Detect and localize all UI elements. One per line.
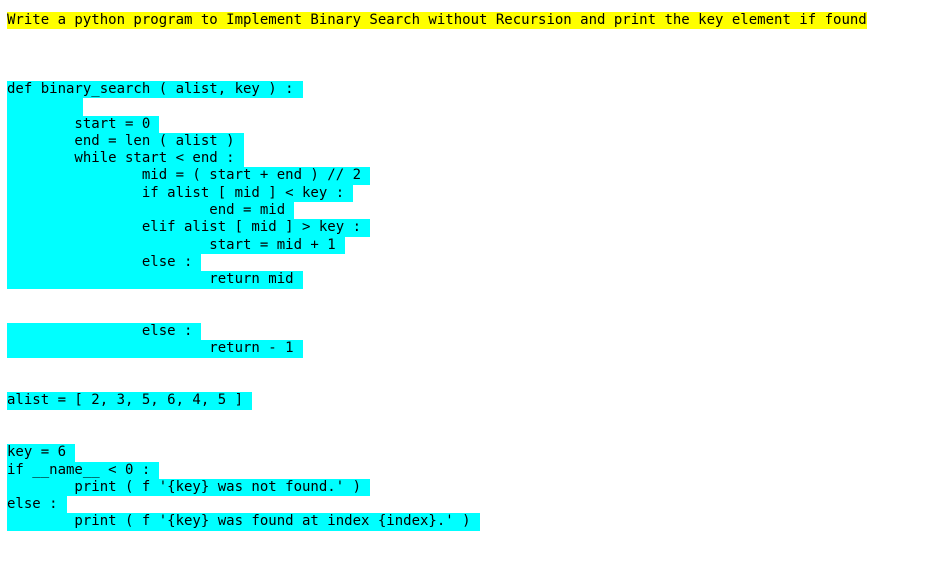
- code-line-text: alist = [ 2, 3, 5, 6, 4, 5 ]: [7, 392, 253, 410]
- code-line: while start < end :: [7, 150, 867, 168]
- code-line-text: [7, 98, 84, 116]
- code-line-text: if alist [ mid ] < key :: [7, 184, 354, 203]
- code-line: return - 1: [7, 340, 867, 358]
- code-line: return mid: [7, 271, 867, 289]
- code-line-text: while start < end :: [7, 150, 244, 168]
- code-line: def binary_search ( alist, key ) :: [7, 81, 867, 99]
- code-line-text: def binary_search ( alist, key ) :: [7, 81, 303, 99]
- code-line: end = mid: [7, 202, 867, 220]
- code-line-text: return - 1: [7, 340, 303, 358]
- code-line: elif alist [ mid ] > key :: [7, 219, 867, 237]
- code-line-text: print ( f '{key} was not found.' ): [7, 478, 371, 497]
- code-line-text: mid = ( start + end ) // 2: [7, 167, 371, 185]
- code-line: else :: [7, 496, 867, 514]
- code-line-text: end = mid: [7, 202, 295, 220]
- code-line: else :: [7, 253, 867, 272]
- code-line: print ( f '{key} was found at index {ind…: [7, 513, 867, 531]
- code-line-text: start = mid + 1: [7, 236, 345, 254]
- code-line-text: return mid: [7, 271, 303, 289]
- code-line-text: else :: [7, 323, 202, 341]
- code-line-text: elif alist [ mid ] > key :: [7, 219, 371, 237]
- code-line: start = 0: [7, 115, 867, 133]
- code-line-text: print ( f '{key} was found at index {ind…: [7, 513, 480, 531]
- code-line-text: else :: [7, 253, 202, 272]
- document: Write a python program to Implement Bina…: [7, 12, 867, 531]
- code-line-text: key = 6: [7, 444, 76, 462]
- code-line-text: end = len ( alist ): [7, 132, 244, 151]
- code-line: start = mid + 1: [7, 236, 867, 254]
- code-line: print ( f '{key} was not found.' ): [7, 478, 867, 497]
- code-line: end = len ( alist ): [7, 132, 867, 151]
- code-line: if __name__ < 0 :: [7, 461, 867, 479]
- code-line: [7, 98, 867, 116]
- code-line-text: if __name__ < 0 :: [7, 461, 160, 479]
- code-line: mid = ( start + end ) // 2: [7, 167, 867, 185]
- code-line: key = 6: [7, 444, 867, 462]
- code-block: def binary_search ( alist, key ) : start…: [7, 81, 867, 531]
- code-line: else :: [7, 323, 867, 341]
- code-line-text: else :: [7, 496, 67, 514]
- page-title: Write a python program to Implement Bina…: [7, 12, 867, 29]
- code-line-text: start = 0: [7, 115, 160, 133]
- code-line: alist = [ 2, 3, 5, 6, 4, 5 ]: [7, 392, 867, 410]
- code-line: if alist [ mid ] < key :: [7, 184, 867, 203]
